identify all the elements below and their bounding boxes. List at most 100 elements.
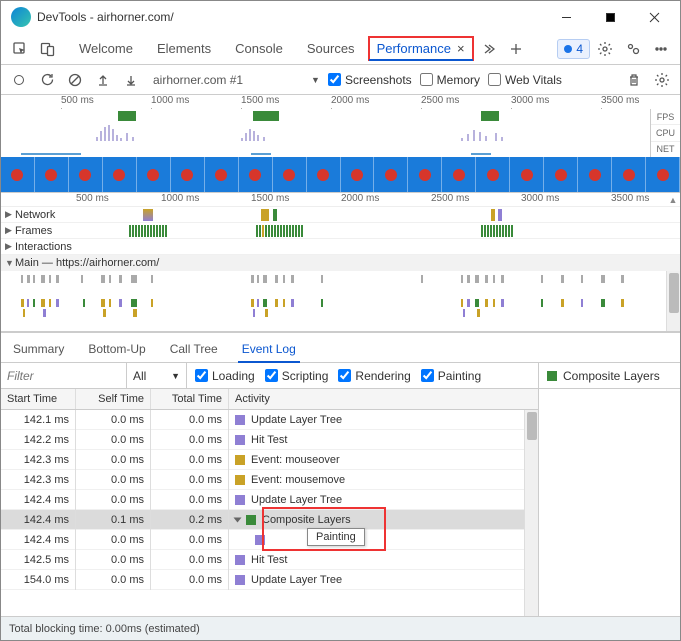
interactions-track[interactable]: ▶ Interactions [1, 239, 680, 255]
disclosure-icon[interactable] [234, 517, 242, 522]
network-track[interactable]: ▶ Network [1, 207, 680, 223]
screenshot-thumb[interactable] [408, 157, 442, 192]
main-thread-track[interactable]: ▼ Main — https://airhorner.com/ [1, 255, 680, 332]
main-thread-body[interactable] [1, 271, 680, 331]
col-total[interactable]: Total Time [151, 389, 229, 409]
table-rows: 142.1 ms0.0 ms0.0 msUpdate Layer Tree142… [1, 410, 538, 616]
timeline-overview[interactable]: 500 ms 1000 ms 1500 ms 2000 ms 2500 ms 3… [1, 95, 680, 157]
main-scrollbar[interactable] [666, 271, 680, 331]
table-row[interactable]: 142.4 ms0.1 ms0.2 msComposite Layers [1, 510, 538, 530]
kebab-icon[interactable] [648, 36, 674, 62]
screenshot-thumb[interactable] [544, 157, 578, 192]
track-label: Interactions [15, 241, 72, 253]
category-select[interactable]: All▼ [127, 363, 187, 388]
reload-button[interactable] [37, 70, 57, 90]
upload-button[interactable] [93, 70, 113, 90]
table-row[interactable]: 142.4 ms0.0 ms0.0 ms [1, 530, 538, 550]
messages-badge[interactable]: 4 [557, 39, 590, 59]
table-row[interactable]: 154.0 ms0.0 ms0.0 msUpdate Layer Tree [1, 570, 538, 590]
screenshot-thumb[interactable] [69, 157, 103, 192]
tab-console[interactable]: Console [225, 35, 293, 62]
screenshot-thumb[interactable] [612, 157, 646, 192]
table-scrollbar[interactable] [524, 410, 538, 616]
tab-summary[interactable]: Summary [9, 336, 68, 362]
collapse-icon[interactable]: ▼ [5, 258, 15, 268]
table-row[interactable]: 142.3 ms0.0 ms0.0 msEvent: mouseover [1, 450, 538, 470]
more-tabs-icon[interactable] [475, 36, 501, 62]
expand-icon[interactable]: ▶ [5, 241, 15, 252]
screenshot-thumb[interactable] [273, 157, 307, 192]
col-self[interactable]: Self Time [76, 389, 151, 409]
col-activity[interactable]: Activity [229, 389, 538, 409]
close-icon[interactable]: × [457, 41, 465, 56]
activity-label: Event: mouseover [251, 454, 340, 466]
screenshot-thumb[interactable] [307, 157, 341, 192]
feedback-icon[interactable] [620, 36, 646, 62]
table-row[interactable]: 142.3 ms0.0 ms0.0 msEvent: mousemove [1, 470, 538, 490]
tab-eventlog[interactable]: Event Log [238, 336, 300, 362]
expand-icon[interactable]: ▶ [5, 209, 15, 220]
clear-button[interactable] [65, 70, 85, 90]
screenshot-thumb[interactable] [103, 157, 137, 192]
net-request[interactable] [498, 209, 502, 221]
expand-icon[interactable]: ▶ [5, 225, 15, 236]
tab-sources[interactable]: Sources [297, 35, 365, 62]
trash-button[interactable] [624, 70, 644, 90]
maximize-button[interactable] [588, 2, 632, 32]
perf-settings-icon[interactable] [652, 70, 672, 90]
memory-checkbox[interactable]: Memory [420, 73, 480, 87]
table-row[interactable]: 142.5 ms0.0 ms0.0 msHit Test [1, 550, 538, 570]
loading-checkbox[interactable]: Loading [195, 369, 255, 383]
minimize-button[interactable] [544, 2, 588, 32]
tab-calltree[interactable]: Call Tree [166, 336, 222, 362]
screenshot-thumb[interactable] [171, 157, 205, 192]
filmstrip[interactable] [1, 157, 680, 193]
tab-bottomup[interactable]: Bottom-Up [84, 336, 149, 362]
settings-icon[interactable] [592, 36, 618, 62]
tab-welcome[interactable]: Welcome [69, 35, 143, 62]
tab-elements[interactable]: Elements [147, 35, 221, 62]
screenshots-checkbox[interactable]: Screenshots [328, 73, 412, 87]
screenshot-thumb[interactable] [442, 157, 476, 192]
cpu-activity [241, 125, 301, 141]
table-row[interactable]: 142.1 ms0.0 ms0.0 msUpdate Layer Tree [1, 410, 538, 430]
cpu-activity [461, 125, 541, 141]
close-window-button[interactable] [632, 2, 676, 32]
ruler-tick: 1000 ms [151, 95, 189, 106]
screenshot-thumb[interactable] [1, 157, 35, 192]
screenshot-thumb[interactable] [137, 157, 171, 192]
device-icon[interactable] [35, 36, 61, 62]
filter-input[interactable] [1, 363, 127, 388]
net-request[interactable] [491, 209, 495, 221]
record-button[interactable] [9, 70, 29, 90]
scripting-checkbox[interactable]: Scripting [265, 369, 329, 383]
screenshot-thumb[interactable] [205, 157, 239, 192]
add-tab-button[interactable] [503, 36, 529, 62]
screenshot-thumb[interactable] [374, 157, 408, 192]
net-request[interactable] [261, 209, 269, 221]
inspect-icon[interactable] [7, 36, 33, 62]
main-thread-header[interactable]: ▼ Main — https://airhorner.com/ [1, 255, 680, 271]
overview-body[interactable]: FPS CPU NET [1, 109, 680, 157]
screenshot-thumb[interactable] [341, 157, 375, 192]
scroll-up-icon[interactable]: ▲ [666, 193, 680, 207]
screenshot-thumb[interactable] [35, 157, 69, 192]
screenshot-thumb[interactable] [578, 157, 612, 192]
screenshot-thumb[interactable] [510, 157, 544, 192]
tab-performance[interactable]: Performance × [369, 37, 473, 60]
painting-checkbox[interactable]: Painting [421, 369, 481, 383]
table-row[interactable]: 142.2 ms0.0 ms0.0 msHit Test [1, 430, 538, 450]
frames-track[interactable]: ▶ Frames [1, 223, 680, 239]
rendering-checkbox[interactable]: Rendering [338, 369, 410, 383]
recording-select[interactable]: airhorner.com #1▼ [153, 73, 320, 87]
webvitals-checkbox[interactable]: Web Vitals [488, 73, 562, 87]
screenshot-thumb[interactable] [646, 157, 680, 192]
screenshot-thumb[interactable] [239, 157, 273, 192]
legend-label: Composite Layers [563, 369, 660, 383]
download-button[interactable] [121, 70, 141, 90]
net-request[interactable] [273, 209, 277, 221]
col-start[interactable]: Start Time [1, 389, 76, 409]
net-request[interactable] [143, 209, 153, 221]
screenshot-thumb[interactable] [476, 157, 510, 192]
table-row[interactable]: 142.4 ms0.0 ms0.0 msUpdate Layer Tree [1, 490, 538, 510]
